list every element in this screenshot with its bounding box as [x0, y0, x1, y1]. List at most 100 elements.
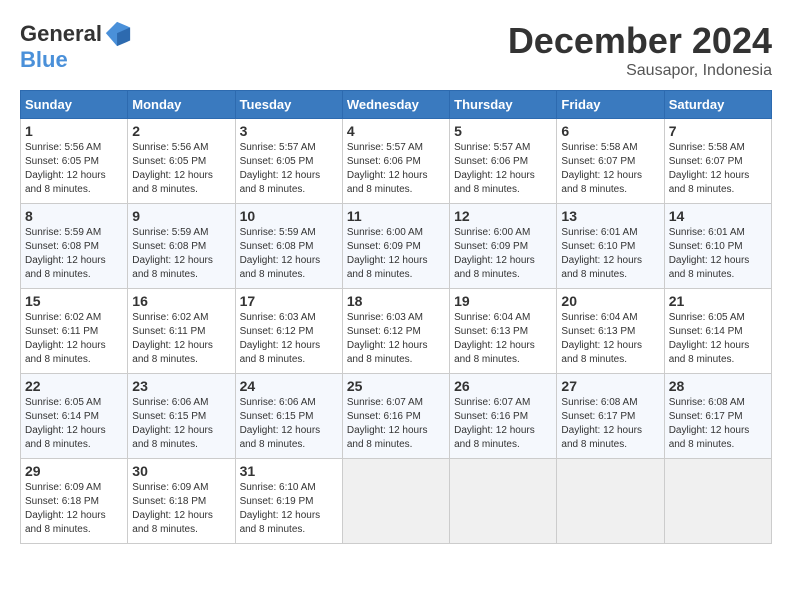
calendar-header-row: Sunday Monday Tuesday Wednesday Thursday…	[21, 91, 772, 119]
day-number: 14	[669, 208, 767, 224]
day-number: 22	[25, 378, 123, 394]
logo-icon	[104, 20, 132, 48]
day-info: Sunrise: 5:58 AMSunset: 6:07 PMDaylight:…	[561, 142, 642, 195]
calendar-cell: 2 Sunrise: 5:56 AMSunset: 6:05 PMDayligh…	[128, 119, 235, 204]
day-number: 7	[669, 123, 767, 139]
calendar-cell: 27 Sunrise: 6:08 AMSunset: 6:17 PMDaylig…	[557, 374, 664, 459]
day-number: 5	[454, 123, 552, 139]
calendar-cell: 9 Sunrise: 5:59 AMSunset: 6:08 PMDayligh…	[128, 204, 235, 289]
logo-blue-text: Blue	[20, 48, 68, 72]
calendar-cell: 26 Sunrise: 6:07 AMSunset: 6:16 PMDaylig…	[450, 374, 557, 459]
day-number: 11	[347, 208, 445, 224]
header-tuesday: Tuesday	[235, 91, 342, 119]
calendar-cell: 28 Sunrise: 6:08 AMSunset: 6:17 PMDaylig…	[664, 374, 771, 459]
calendar-cell	[450, 459, 557, 544]
day-number: 1	[25, 123, 123, 139]
day-number: 15	[25, 293, 123, 309]
day-number: 12	[454, 208, 552, 224]
header-saturday: Saturday	[664, 91, 771, 119]
day-info: Sunrise: 6:01 AMSunset: 6:10 PMDaylight:…	[561, 227, 642, 280]
day-number: 13	[561, 208, 659, 224]
calendar-cell: 17 Sunrise: 6:03 AMSunset: 6:12 PMDaylig…	[235, 289, 342, 374]
day-info: Sunrise: 6:02 AMSunset: 6:11 PMDaylight:…	[132, 312, 213, 365]
calendar-cell: 8 Sunrise: 5:59 AMSunset: 6:08 PMDayligh…	[21, 204, 128, 289]
page-header: General Blue December 2024 Sausapor, Ind…	[20, 20, 772, 80]
day-number: 21	[669, 293, 767, 309]
day-info: Sunrise: 5:58 AMSunset: 6:07 PMDaylight:…	[669, 142, 750, 195]
calendar-cell: 11 Sunrise: 6:00 AMSunset: 6:09 PMDaylig…	[342, 204, 449, 289]
calendar-cell: 5 Sunrise: 5:57 AMSunset: 6:06 PMDayligh…	[450, 119, 557, 204]
day-info: Sunrise: 6:04 AMSunset: 6:13 PMDaylight:…	[561, 312, 642, 365]
calendar-cell: 12 Sunrise: 6:00 AMSunset: 6:09 PMDaylig…	[450, 204, 557, 289]
logo: General Blue	[20, 20, 132, 72]
day-info: Sunrise: 6:05 AMSunset: 6:14 PMDaylight:…	[669, 312, 750, 365]
calendar-cell	[557, 459, 664, 544]
day-info: Sunrise: 6:00 AMSunset: 6:09 PMDaylight:…	[347, 227, 428, 280]
day-number: 25	[347, 378, 445, 394]
calendar-row: 1 Sunrise: 5:56 AMSunset: 6:05 PMDayligh…	[21, 119, 772, 204]
calendar-cell	[342, 459, 449, 544]
day-info: Sunrise: 6:09 AMSunset: 6:18 PMDaylight:…	[25, 482, 106, 535]
calendar-table: Sunday Monday Tuesday Wednesday Thursday…	[20, 90, 772, 544]
day-number: 16	[132, 293, 230, 309]
calendar-row: 22 Sunrise: 6:05 AMSunset: 6:14 PMDaylig…	[21, 374, 772, 459]
calendar-cell: 7 Sunrise: 5:58 AMSunset: 6:07 PMDayligh…	[664, 119, 771, 204]
day-number: 3	[240, 123, 338, 139]
day-number: 26	[454, 378, 552, 394]
calendar-cell: 4 Sunrise: 5:57 AMSunset: 6:06 PMDayligh…	[342, 119, 449, 204]
day-number: 10	[240, 208, 338, 224]
calendar-row: 29 Sunrise: 6:09 AMSunset: 6:18 PMDaylig…	[21, 459, 772, 544]
day-info: Sunrise: 5:57 AMSunset: 6:06 PMDaylight:…	[454, 142, 535, 195]
calendar-cell: 14 Sunrise: 6:01 AMSunset: 6:10 PMDaylig…	[664, 204, 771, 289]
calendar-cell: 6 Sunrise: 5:58 AMSunset: 6:07 PMDayligh…	[557, 119, 664, 204]
day-info: Sunrise: 5:59 AMSunset: 6:08 PMDaylight:…	[240, 227, 321, 280]
day-number: 30	[132, 463, 230, 479]
calendar-cell: 18 Sunrise: 6:03 AMSunset: 6:12 PMDaylig…	[342, 289, 449, 374]
calendar-cell: 13 Sunrise: 6:01 AMSunset: 6:10 PMDaylig…	[557, 204, 664, 289]
day-number: 19	[454, 293, 552, 309]
day-info: Sunrise: 6:02 AMSunset: 6:11 PMDaylight:…	[25, 312, 106, 365]
logo-text: General	[20, 22, 102, 46]
calendar-cell: 23 Sunrise: 6:06 AMSunset: 6:15 PMDaylig…	[128, 374, 235, 459]
calendar-cell: 15 Sunrise: 6:02 AMSunset: 6:11 PMDaylig…	[21, 289, 128, 374]
day-info: Sunrise: 6:08 AMSunset: 6:17 PMDaylight:…	[669, 397, 750, 450]
calendar-cell: 30 Sunrise: 6:09 AMSunset: 6:18 PMDaylig…	[128, 459, 235, 544]
day-info: Sunrise: 6:08 AMSunset: 6:17 PMDaylight:…	[561, 397, 642, 450]
day-info: Sunrise: 5:57 AMSunset: 6:06 PMDaylight:…	[347, 142, 428, 195]
day-number: 29	[25, 463, 123, 479]
calendar-cell: 22 Sunrise: 6:05 AMSunset: 6:14 PMDaylig…	[21, 374, 128, 459]
month-title: December 2024	[508, 20, 772, 62]
day-info: Sunrise: 6:03 AMSunset: 6:12 PMDaylight:…	[347, 312, 428, 365]
calendar-cell: 20 Sunrise: 6:04 AMSunset: 6:13 PMDaylig…	[557, 289, 664, 374]
day-number: 24	[240, 378, 338, 394]
day-number: 9	[132, 208, 230, 224]
day-number: 8	[25, 208, 123, 224]
day-info: Sunrise: 5:56 AMSunset: 6:05 PMDaylight:…	[132, 142, 213, 195]
calendar-cell: 24 Sunrise: 6:06 AMSunset: 6:15 PMDaylig…	[235, 374, 342, 459]
day-info: Sunrise: 5:59 AMSunset: 6:08 PMDaylight:…	[132, 227, 213, 280]
title-area: December 2024 Sausapor, Indonesia	[508, 20, 772, 80]
header-wednesday: Wednesday	[342, 91, 449, 119]
day-info: Sunrise: 5:57 AMSunset: 6:05 PMDaylight:…	[240, 142, 321, 195]
day-number: 2	[132, 123, 230, 139]
day-number: 20	[561, 293, 659, 309]
day-info: Sunrise: 6:06 AMSunset: 6:15 PMDaylight:…	[240, 397, 321, 450]
location-title: Sausapor, Indonesia	[508, 62, 772, 80]
header-monday: Monday	[128, 91, 235, 119]
calendar-cell: 16 Sunrise: 6:02 AMSunset: 6:11 PMDaylig…	[128, 289, 235, 374]
calendar-cell: 1 Sunrise: 5:56 AMSunset: 6:05 PMDayligh…	[21, 119, 128, 204]
header-friday: Friday	[557, 91, 664, 119]
calendar-cell	[664, 459, 771, 544]
day-info: Sunrise: 6:04 AMSunset: 6:13 PMDaylight:…	[454, 312, 535, 365]
calendar-cell: 21 Sunrise: 6:05 AMSunset: 6:14 PMDaylig…	[664, 289, 771, 374]
day-info: Sunrise: 6:05 AMSunset: 6:14 PMDaylight:…	[25, 397, 106, 450]
header-sunday: Sunday	[21, 91, 128, 119]
day-info: Sunrise: 6:00 AMSunset: 6:09 PMDaylight:…	[454, 227, 535, 280]
calendar-cell: 19 Sunrise: 6:04 AMSunset: 6:13 PMDaylig…	[450, 289, 557, 374]
day-info: Sunrise: 6:10 AMSunset: 6:19 PMDaylight:…	[240, 482, 321, 535]
day-number: 18	[347, 293, 445, 309]
day-number: 6	[561, 123, 659, 139]
day-info: Sunrise: 6:06 AMSunset: 6:15 PMDaylight:…	[132, 397, 213, 450]
day-info: Sunrise: 6:01 AMSunset: 6:10 PMDaylight:…	[669, 227, 750, 280]
day-info: Sunrise: 6:07 AMSunset: 6:16 PMDaylight:…	[347, 397, 428, 450]
